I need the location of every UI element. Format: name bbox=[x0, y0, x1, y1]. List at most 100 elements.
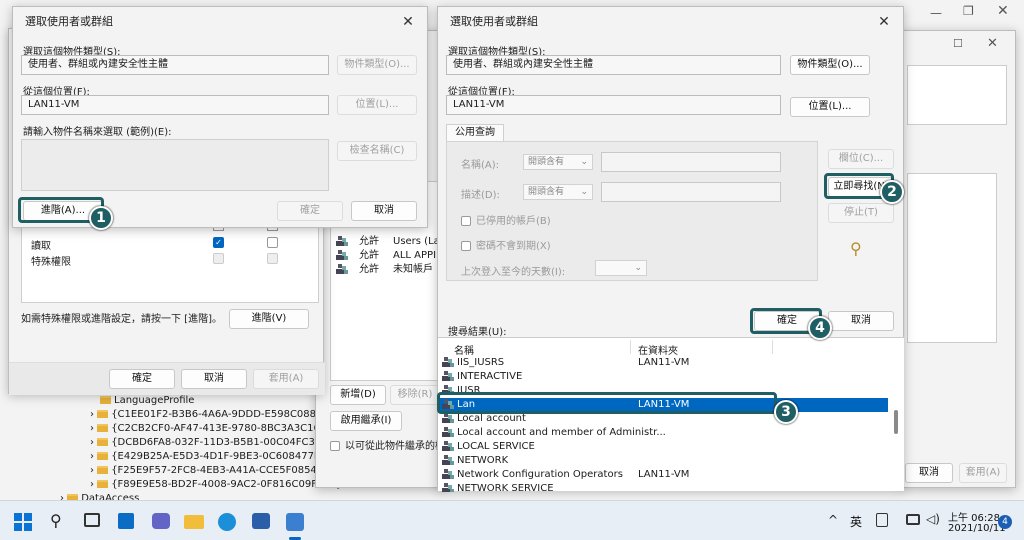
store-icon[interactable] bbox=[252, 513, 270, 529]
name-input[interactable] bbox=[601, 152, 781, 172]
column-header-folder[interactable]: 在資料夾 bbox=[638, 342, 678, 357]
names-textarea[interactable] bbox=[21, 139, 329, 191]
object-types-button[interactable]: 物件類型(O)... bbox=[790, 55, 870, 75]
folder-icon bbox=[97, 466, 109, 474]
clock-date[interactable]: 2021/10/11 bbox=[948, 523, 1006, 534]
result-row[interactable]: NETWORK bbox=[438, 454, 888, 468]
folder-icon bbox=[97, 438, 109, 446]
description-mode-select[interactable]: 開頭含有 ⌄ bbox=[523, 184, 593, 200]
active-app-icon[interactable] bbox=[286, 513, 304, 531]
close-icon[interactable]: ✕ bbox=[997, 3, 1009, 19]
result-name: NETWORK bbox=[457, 455, 509, 466]
non-expiring-checkbox[interactable]: 密碼不會到期(X) bbox=[461, 237, 551, 252]
maximize-icon[interactable]: ❐ bbox=[963, 4, 974, 18]
search-icon[interactable]: ⚲ bbox=[50, 511, 62, 530]
result-row[interactable]: Network Configuration Operators LAN11-VM bbox=[438, 468, 888, 482]
remove-button[interactable]: 移除(R) bbox=[390, 385, 440, 405]
cancel-button[interactable]: 取消 bbox=[351, 201, 417, 221]
task-view-icon[interactable] bbox=[84, 513, 100, 527]
permission-entry[interactable]: 允許 未知帳戶 bbox=[336, 263, 444, 277]
properties-window-right: ☐ ✕ 取消 套用(A) bbox=[900, 30, 1016, 488]
tree-item[interactable]: LanguageProfile bbox=[100, 394, 320, 408]
column-header-name[interactable]: 名稱 bbox=[454, 342, 474, 357]
result-row[interactable]: NETWORK SERVICE bbox=[438, 482, 888, 492]
search-results-label: 搜尋結果(U): bbox=[448, 327, 507, 338]
edge-icon[interactable] bbox=[218, 513, 236, 531]
tree-item[interactable]: › {C1EE01F2-B3B6-4A6A-9DDD-E598C088EC82} bbox=[90, 408, 348, 422]
apply-button[interactable]: 套用(A) bbox=[253, 369, 319, 389]
stop-button[interactable]: 停止(T) bbox=[828, 203, 894, 223]
select-users-dialog-left: 選取使用者或群組 ✕ 選取這個物件類型(S): 使用者、群組或內建安全性主體 物… bbox=[12, 6, 428, 228]
ok-button[interactable]: 確定 bbox=[109, 369, 175, 389]
permission-entry[interactable]: 允許 ALL APPI bbox=[336, 249, 444, 263]
advanced-button[interactable]: 進階(V) bbox=[229, 309, 309, 329]
result-row[interactable]: IIS_IUSRS LAN11-VM bbox=[438, 356, 888, 370]
checkbox-icon bbox=[461, 216, 471, 226]
close-icon[interactable]: ✕ bbox=[987, 36, 998, 51]
group-icon bbox=[442, 455, 454, 465]
widgets-icon[interactable] bbox=[118, 513, 134, 529]
object-types-button[interactable]: 物件類型(O)... bbox=[337, 55, 417, 75]
result-name: IIS_IUSRS bbox=[457, 357, 505, 368]
name-label: 名稱(A): bbox=[461, 160, 500, 171]
enable-inheritance-button[interactable]: 啟用繼承(I) bbox=[330, 411, 402, 431]
locations-button[interactable]: 位置(L)... bbox=[790, 97, 870, 117]
cancel-button[interactable]: 取消 bbox=[181, 369, 247, 389]
tree-item[interactable]: › {E429B25A-E5D3-4D1F-9BE3-0C608477E3A1} bbox=[90, 450, 346, 464]
cancel-button[interactable]: 取消 bbox=[828, 311, 894, 331]
maximize-icon[interactable]: ☐ bbox=[953, 37, 963, 50]
object-type-field: 使用者、群組或內建安全性主體 bbox=[446, 55, 781, 75]
close-icon[interactable]: ✕ bbox=[399, 13, 417, 31]
result-name: INTERACTIVE bbox=[457, 371, 523, 382]
tree-item[interactable]: › {F89E9E58-BD2F-4008-9AC2-0F816C09F4EE} bbox=[90, 478, 342, 492]
common-queries-tab[interactable]: 公用查詢 bbox=[446, 124, 504, 142]
close-icon[interactable]: ✕ bbox=[875, 13, 893, 31]
permission-entry[interactable]: 允許 Users (La bbox=[336, 235, 444, 249]
ime-indicator[interactable]: 英 bbox=[850, 513, 862, 530]
group-icon bbox=[442, 357, 454, 367]
tree-item[interactable]: › {F25E9F57-2FC8-4EB3-A41A-CCE5F08541E6} bbox=[90, 464, 342, 478]
result-row[interactable]: INTERACTIVE bbox=[438, 370, 888, 384]
search-animation-icon: ⚲ bbox=[850, 239, 862, 258]
file-explorer-icon[interactable] bbox=[184, 515, 204, 529]
ok-button[interactable]: 確定 bbox=[277, 201, 343, 221]
column-divider bbox=[772, 340, 773, 354]
check-names-button[interactable]: 檢查名稱(C) bbox=[337, 141, 417, 161]
tree-item[interactable]: › {C2CB2CF0-AF47-413E-9780-8BC3A3C16068} bbox=[90, 422, 345, 436]
allow-checkbox-checked[interactable]: ✓ bbox=[213, 237, 224, 248]
deny-checkbox[interactable] bbox=[267, 253, 278, 264]
ime-mode-icon[interactable] bbox=[876, 513, 888, 527]
chevron-down-icon: ⌄ bbox=[580, 187, 588, 197]
result-row[interactable]: LOCAL SERVICE bbox=[438, 440, 888, 454]
folder-icon bbox=[100, 396, 111, 404]
columns-button[interactable]: 欄位(C)... bbox=[828, 149, 894, 169]
network-icon[interactable] bbox=[906, 514, 920, 525]
result-row[interactable]: Local account and member of Administr... bbox=[438, 426, 888, 440]
minimize-icon[interactable]: — bbox=[930, 6, 942, 20]
chevron-up-icon[interactable]: ^ bbox=[828, 513, 838, 527]
result-row[interactable]: Local account bbox=[438, 412, 888, 426]
description-input[interactable] bbox=[601, 182, 781, 202]
deny-checkbox[interactable] bbox=[267, 237, 278, 248]
volume-icon[interactable]: ◁) bbox=[926, 512, 940, 526]
folder-icon bbox=[97, 424, 109, 432]
result-name: Local account and member of Administr... bbox=[457, 427, 666, 438]
notification-badge[interactable]: 4 bbox=[998, 515, 1012, 529]
chat-icon[interactable] bbox=[152, 513, 170, 529]
add-button[interactable]: 新增(D) bbox=[330, 385, 386, 405]
disabled-accounts-checkbox[interactable]: 已停用的帳戶(B) bbox=[461, 212, 551, 227]
days-since-logon-label: 上次登入至今的天數(I): bbox=[461, 267, 566, 278]
locations-button[interactable]: 位置(L)... bbox=[337, 95, 417, 115]
start-icon[interactable] bbox=[14, 513, 32, 531]
apply-button[interactable]: 套用(A) bbox=[959, 463, 1007, 483]
group-icon bbox=[442, 469, 454, 479]
permission-row-label: 特殊權限 bbox=[31, 257, 71, 268]
vertical-scrollbar[interactable] bbox=[894, 410, 898, 434]
allow-checkbox[interactable] bbox=[213, 253, 224, 264]
clock-time[interactable]: 上午 06:28 bbox=[948, 509, 1000, 524]
group-icon bbox=[442, 441, 454, 451]
name-mode-select[interactable]: 開頭含有 ⌄ bbox=[523, 154, 593, 170]
tree-item[interactable]: › {DCBD6FA8-032F-11D3-B5B1-00C04FC324A1} bbox=[90, 436, 347, 450]
days-since-logon-select[interactable]: ⌄ bbox=[595, 260, 647, 276]
cancel-button[interactable]: 取消 bbox=[905, 463, 953, 483]
